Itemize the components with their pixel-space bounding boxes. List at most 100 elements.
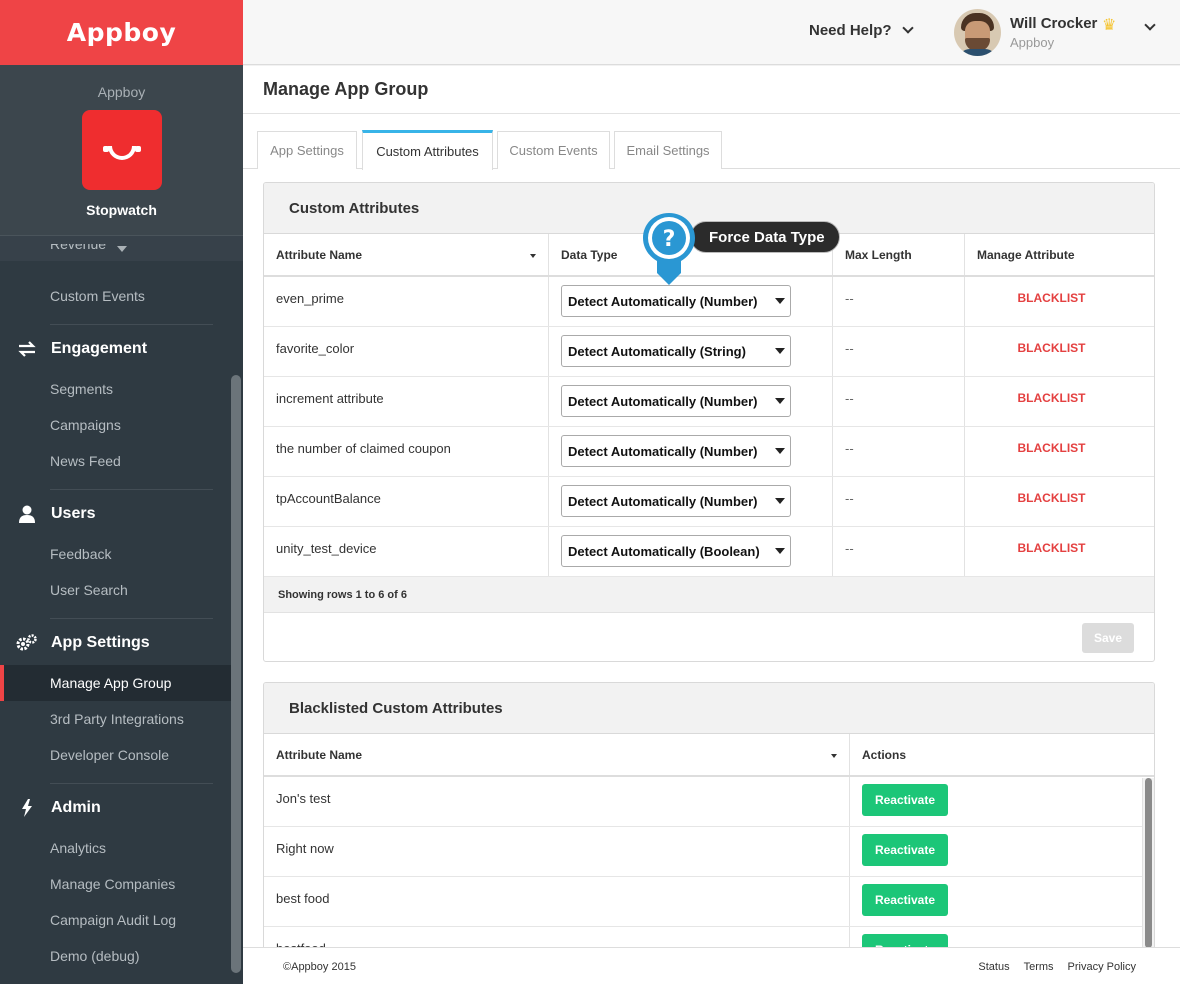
custom-attributes-panel: Custom Attributes Attribute Name Data Ty… <box>263 182 1155 662</box>
chevron-down-icon <box>901 22 914 34</box>
dropdown-arrow-icon <box>775 398 785 404</box>
dropdown-arrow-icon <box>775 298 785 304</box>
column-header-attribute-name[interactable]: Attribute Name <box>264 234 549 275</box>
tab-email-settings[interactable]: Email Settings <box>614 131 722 169</box>
help-pin-icon[interactable]: ? <box>641 211 697 287</box>
data-type-select[interactable]: Detect Automatically (Number) <box>561 385 791 417</box>
blacklist-link[interactable]: BLACKLIST <box>977 491 1154 505</box>
data-type-select[interactable]: Detect Automatically (String) <box>561 335 791 367</box>
brand-logo[interactable]: Appboy <box>0 0 243 65</box>
sidebar-item-manage-app-group[interactable]: Manage App Group <box>0 665 231 701</box>
sidebar-item-manage-companies[interactable]: Manage Companies <box>0 866 231 902</box>
data-type-select[interactable]: Detect Automatically (Number) <box>561 285 791 317</box>
gears-icon <box>16 634 38 652</box>
sidebar-item-campaign-audit-log[interactable]: Campaign Audit Log <box>0 902 231 938</box>
sidebar-section-admin[interactable]: Admin <box>0 786 231 830</box>
user-name[interactable]: Will Crocker <box>1010 15 1097 32</box>
user-org: Appboy <box>1010 35 1055 50</box>
sidebar-item-segments[interactable]: Segments <box>0 371 231 407</box>
tab-bar: App Settings Custom Attributes Custom Ev… <box>243 130 1180 170</box>
table-row: the number of claimed coupon Detect Auto… <box>264 427 1154 477</box>
user-icon <box>16 505 38 523</box>
attribute-name: best food <box>264 877 850 926</box>
divider <box>50 618 213 619</box>
footer-link-status[interactable]: Status <box>978 961 1009 973</box>
divider <box>50 324 213 325</box>
dropdown-arrow-icon <box>775 448 785 454</box>
sort-caret-icon <box>831 754 837 758</box>
column-header-actions: Actions <box>862 747 907 762</box>
sidebar-item-developer-console[interactable]: Developer Console <box>0 737 231 773</box>
dropdown-arrow-icon <box>775 548 785 554</box>
sidebar-item-custom-events[interactable]: Custom Events <box>0 278 231 314</box>
table-row: best food Reactivate <box>264 877 1142 927</box>
attribute-name: unity_test_device <box>264 527 549 576</box>
swap-arrows-icon <box>16 340 38 358</box>
sidebar-item-feedback[interactable]: Feedback <box>0 536 231 572</box>
table-row: Jon's test Reactivate <box>264 777 1142 827</box>
data-type-select[interactable]: Detect Automatically (Number) <box>561 485 791 517</box>
attribute-name: even_prime <box>264 277 549 326</box>
table-row: favorite_color Detect Automatically (Str… <box>264 327 1154 377</box>
sidebar-scrollbar[interactable] <box>231 375 241 973</box>
topbar: Need Help? Will Crocker ♛ Appboy <box>243 0 1180 65</box>
divider <box>50 489 213 490</box>
max-length: -- <box>833 527 965 576</box>
blacklist-link[interactable]: BLACKLIST <box>977 391 1154 405</box>
dropdown-arrow-icon <box>775 348 785 354</box>
data-type-select[interactable]: Detect Automatically (Boolean) <box>561 535 791 567</box>
app-company: Appboy <box>97 84 146 100</box>
sidebar-item-3rd-party-integrations[interactable]: 3rd Party Integrations <box>0 701 231 737</box>
column-header-attribute-name[interactable]: Attribute Name <box>264 734 850 775</box>
blacklist-link[interactable]: BLACKLIST <box>977 541 1154 555</box>
max-length: -- <box>833 477 965 526</box>
max-length: -- <box>833 277 965 326</box>
blacklisted-attributes-panel: Blacklisted Custom Attributes Attribute … <box>263 682 1155 984</box>
app-switcher[interactable]: Appboy Stopwatch <box>0 65 243 261</box>
blacklist-link[interactable]: BLACKLIST <box>977 441 1154 455</box>
sidebar-section-engagement[interactable]: Engagement <box>0 327 231 371</box>
sidebar-section-users[interactable]: Users <box>0 492 231 536</box>
section-label: Admin <box>51 799 101 816</box>
need-help-menu[interactable]: Need Help? <box>809 22 914 39</box>
footer-link-terms[interactable]: Terms <box>1024 961 1054 973</box>
blacklist-link[interactable]: BLACKLIST <box>977 341 1154 355</box>
attribute-name: Right now <box>264 827 850 876</box>
sidebar-item-demo-debug[interactable]: Demo (debug) <box>0 938 231 974</box>
copyright: ©Appboy 2015 <box>283 961 356 973</box>
tab-custom-attributes[interactable]: Custom Attributes <box>362 130 493 170</box>
reactivate-button[interactable]: Reactivate <box>862 784 948 816</box>
table-row: increment attribute Detect Automatically… <box>264 377 1154 427</box>
blacklist-link[interactable]: BLACKLIST <box>977 291 1154 305</box>
max-length: -- <box>833 327 965 376</box>
attribute-name: increment attribute <box>264 377 549 426</box>
sidebar-item-news-feed[interactable]: News Feed <box>0 443 231 479</box>
reactivate-button[interactable]: Reactivate <box>862 834 948 866</box>
sort-caret-icon <box>530 254 536 258</box>
avatar[interactable] <box>954 9 1001 56</box>
sidebar-item-revenue[interactable]: Revenue <box>0 244 231 278</box>
max-length: -- <box>833 427 965 476</box>
sidebar-item-user-search[interactable]: User Search <box>0 572 231 608</box>
dropdown-arrow-icon <box>775 498 785 504</box>
attribute-name: Jon's test <box>264 777 850 826</box>
attribute-name: favorite_color <box>264 327 549 376</box>
tab-custom-events[interactable]: Custom Events <box>497 131 610 169</box>
panel-title: Blacklisted Custom Attributes <box>264 683 1154 734</box>
save-button[interactable]: Save <box>1082 623 1134 653</box>
reactivate-button[interactable]: Reactivate <box>862 884 948 916</box>
table-row: tpAccountBalance Detect Automatically (N… <box>264 477 1154 527</box>
need-help-label: Need Help? <box>809 22 892 39</box>
app-icon <box>81 110 162 190</box>
user-menu-chevron-icon[interactable] <box>1144 19 1156 31</box>
footer-link-privacy-policy[interactable]: Privacy Policy <box>1068 961 1136 973</box>
sidebar-section-app-settings[interactable]: App Settings <box>0 621 231 665</box>
attribute-name: the number of claimed coupon <box>264 427 549 476</box>
svg-text:?: ? <box>663 227 676 252</box>
data-type-select[interactable]: Detect Automatically (Number) <box>561 435 791 467</box>
main-content: Manage App Group App Settings Custom Att… <box>243 66 1180 984</box>
sidebar-item-analytics[interactable]: Analytics <box>0 830 231 866</box>
table-header: Attribute Name Actions <box>264 734 1154 777</box>
sidebar-item-campaigns[interactable]: Campaigns <box>0 407 231 443</box>
tab-app-settings[interactable]: App Settings <box>257 131 357 169</box>
